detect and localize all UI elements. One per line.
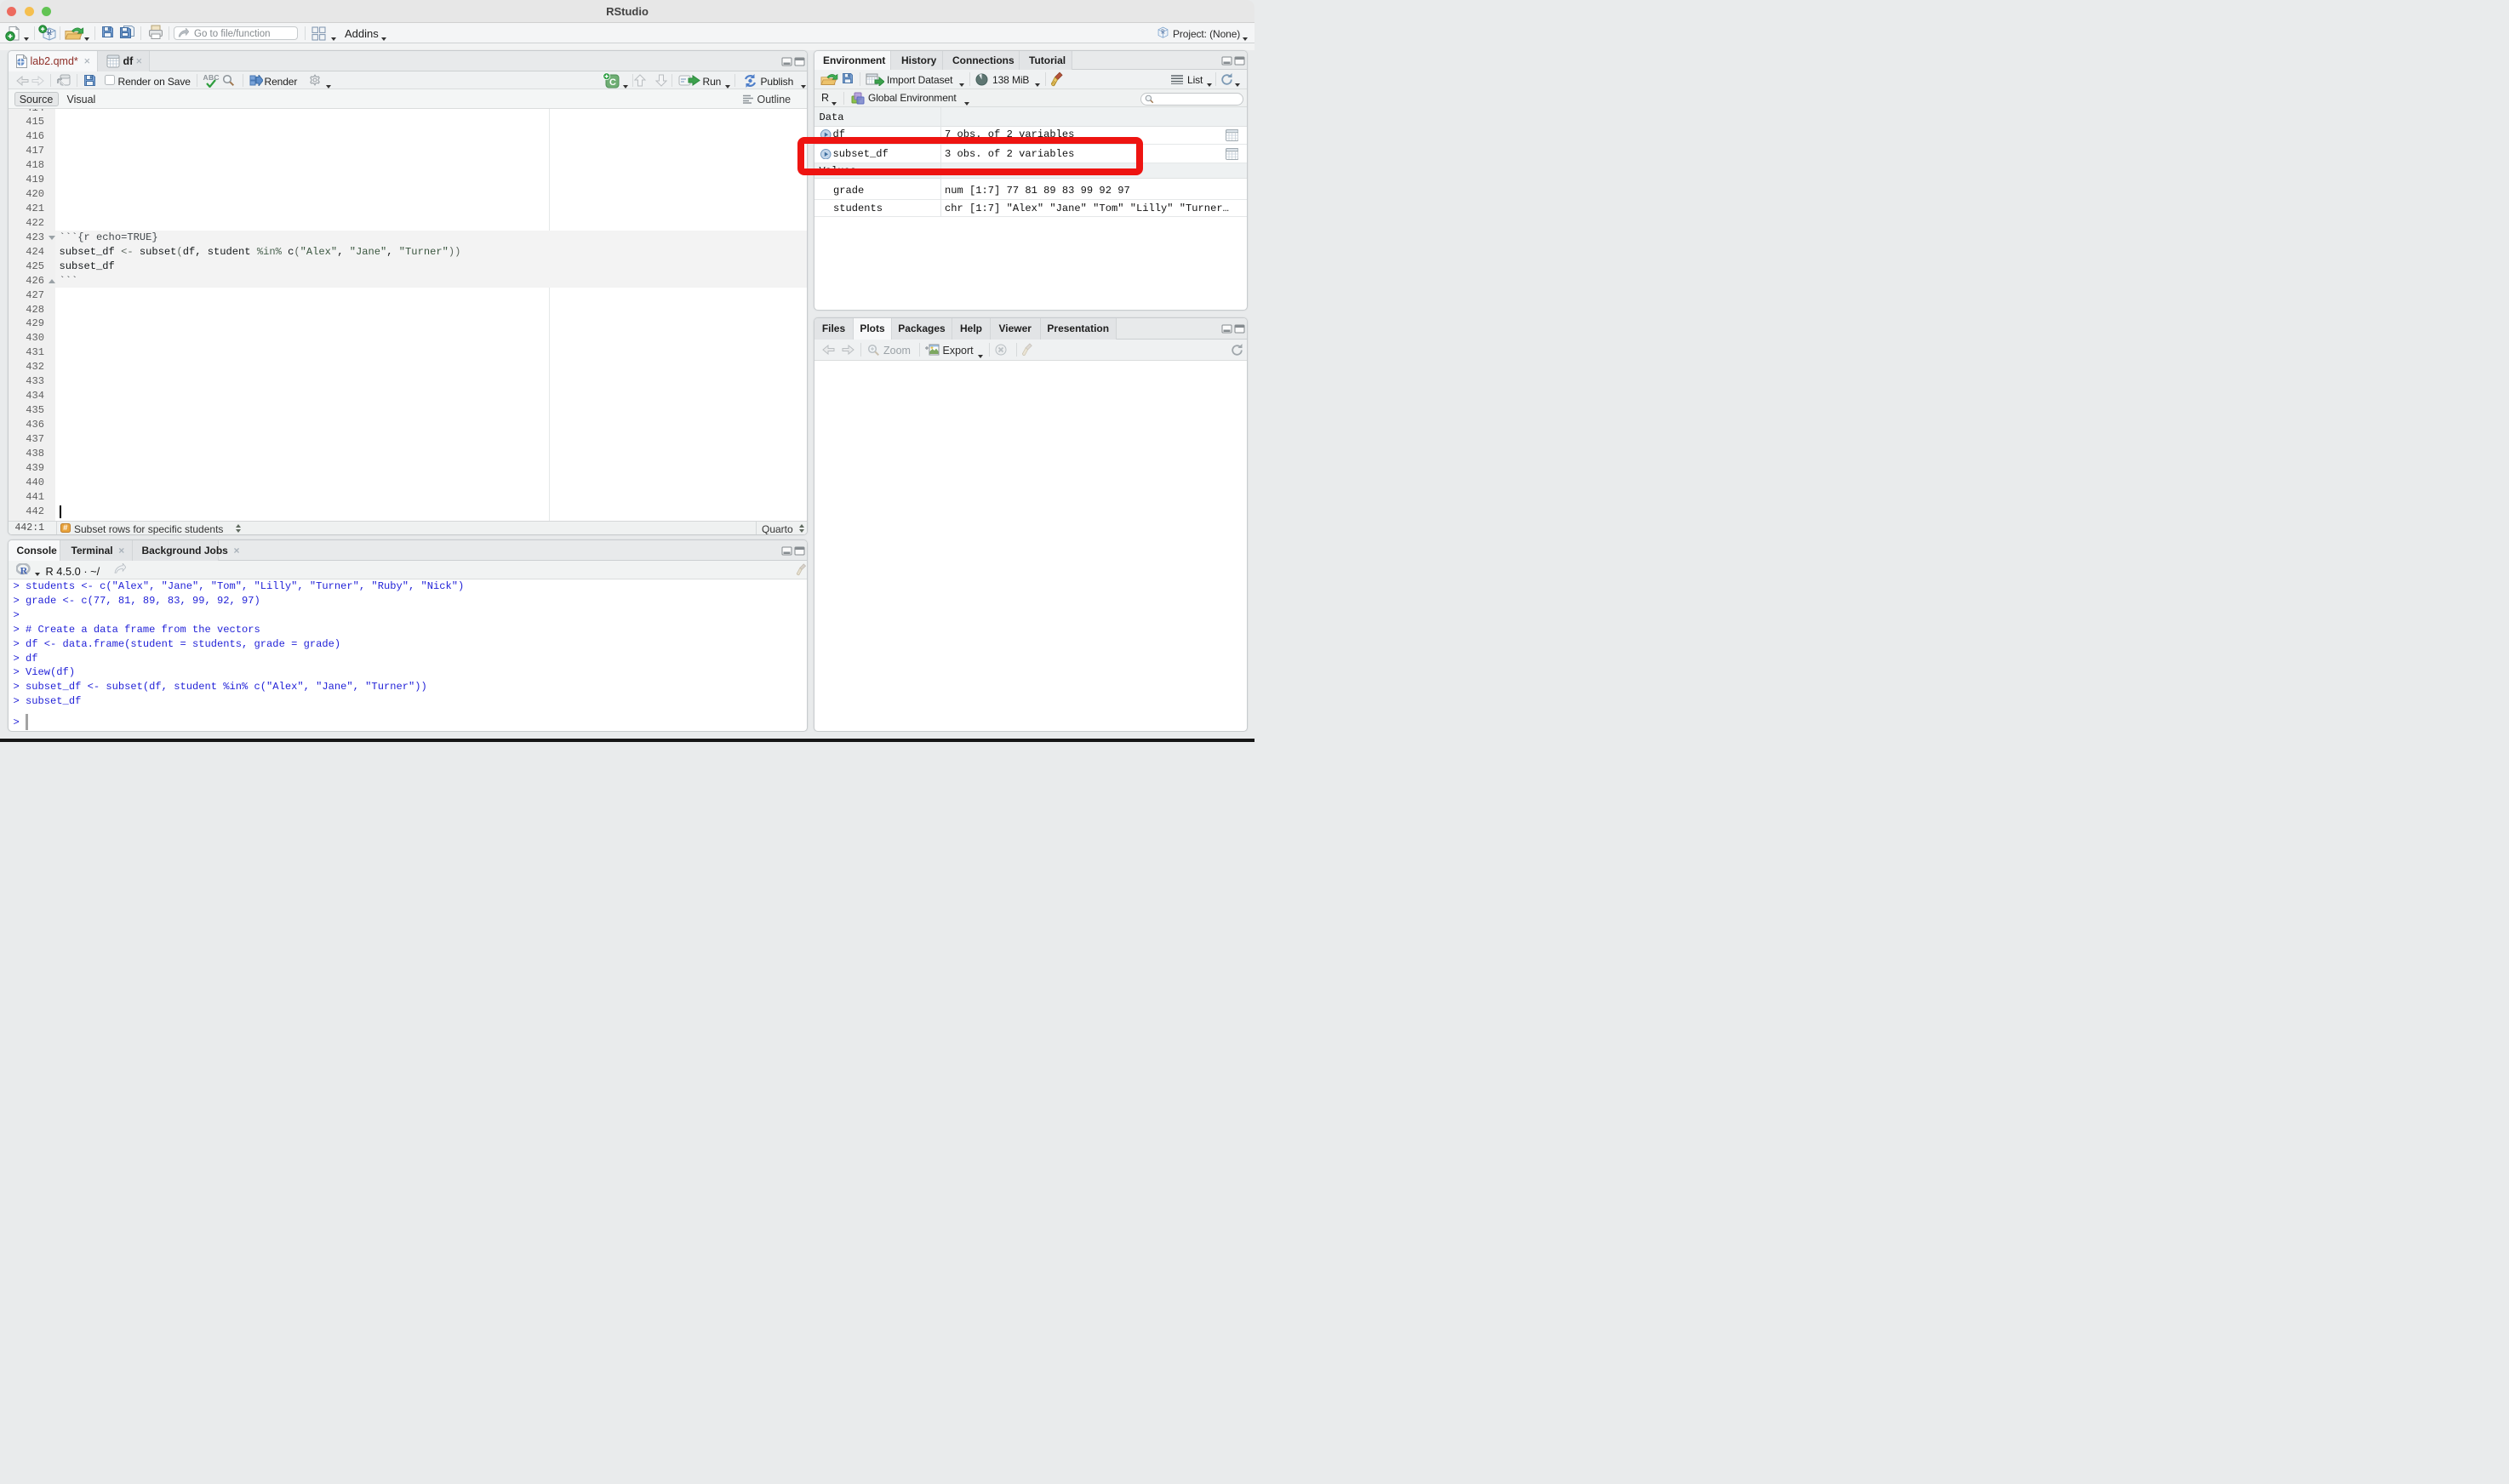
svg-text:R: R xyxy=(1161,30,1165,36)
svg-text:R: R xyxy=(47,28,52,37)
svg-text:C: C xyxy=(609,77,616,88)
svg-text:R: R xyxy=(20,565,27,576)
